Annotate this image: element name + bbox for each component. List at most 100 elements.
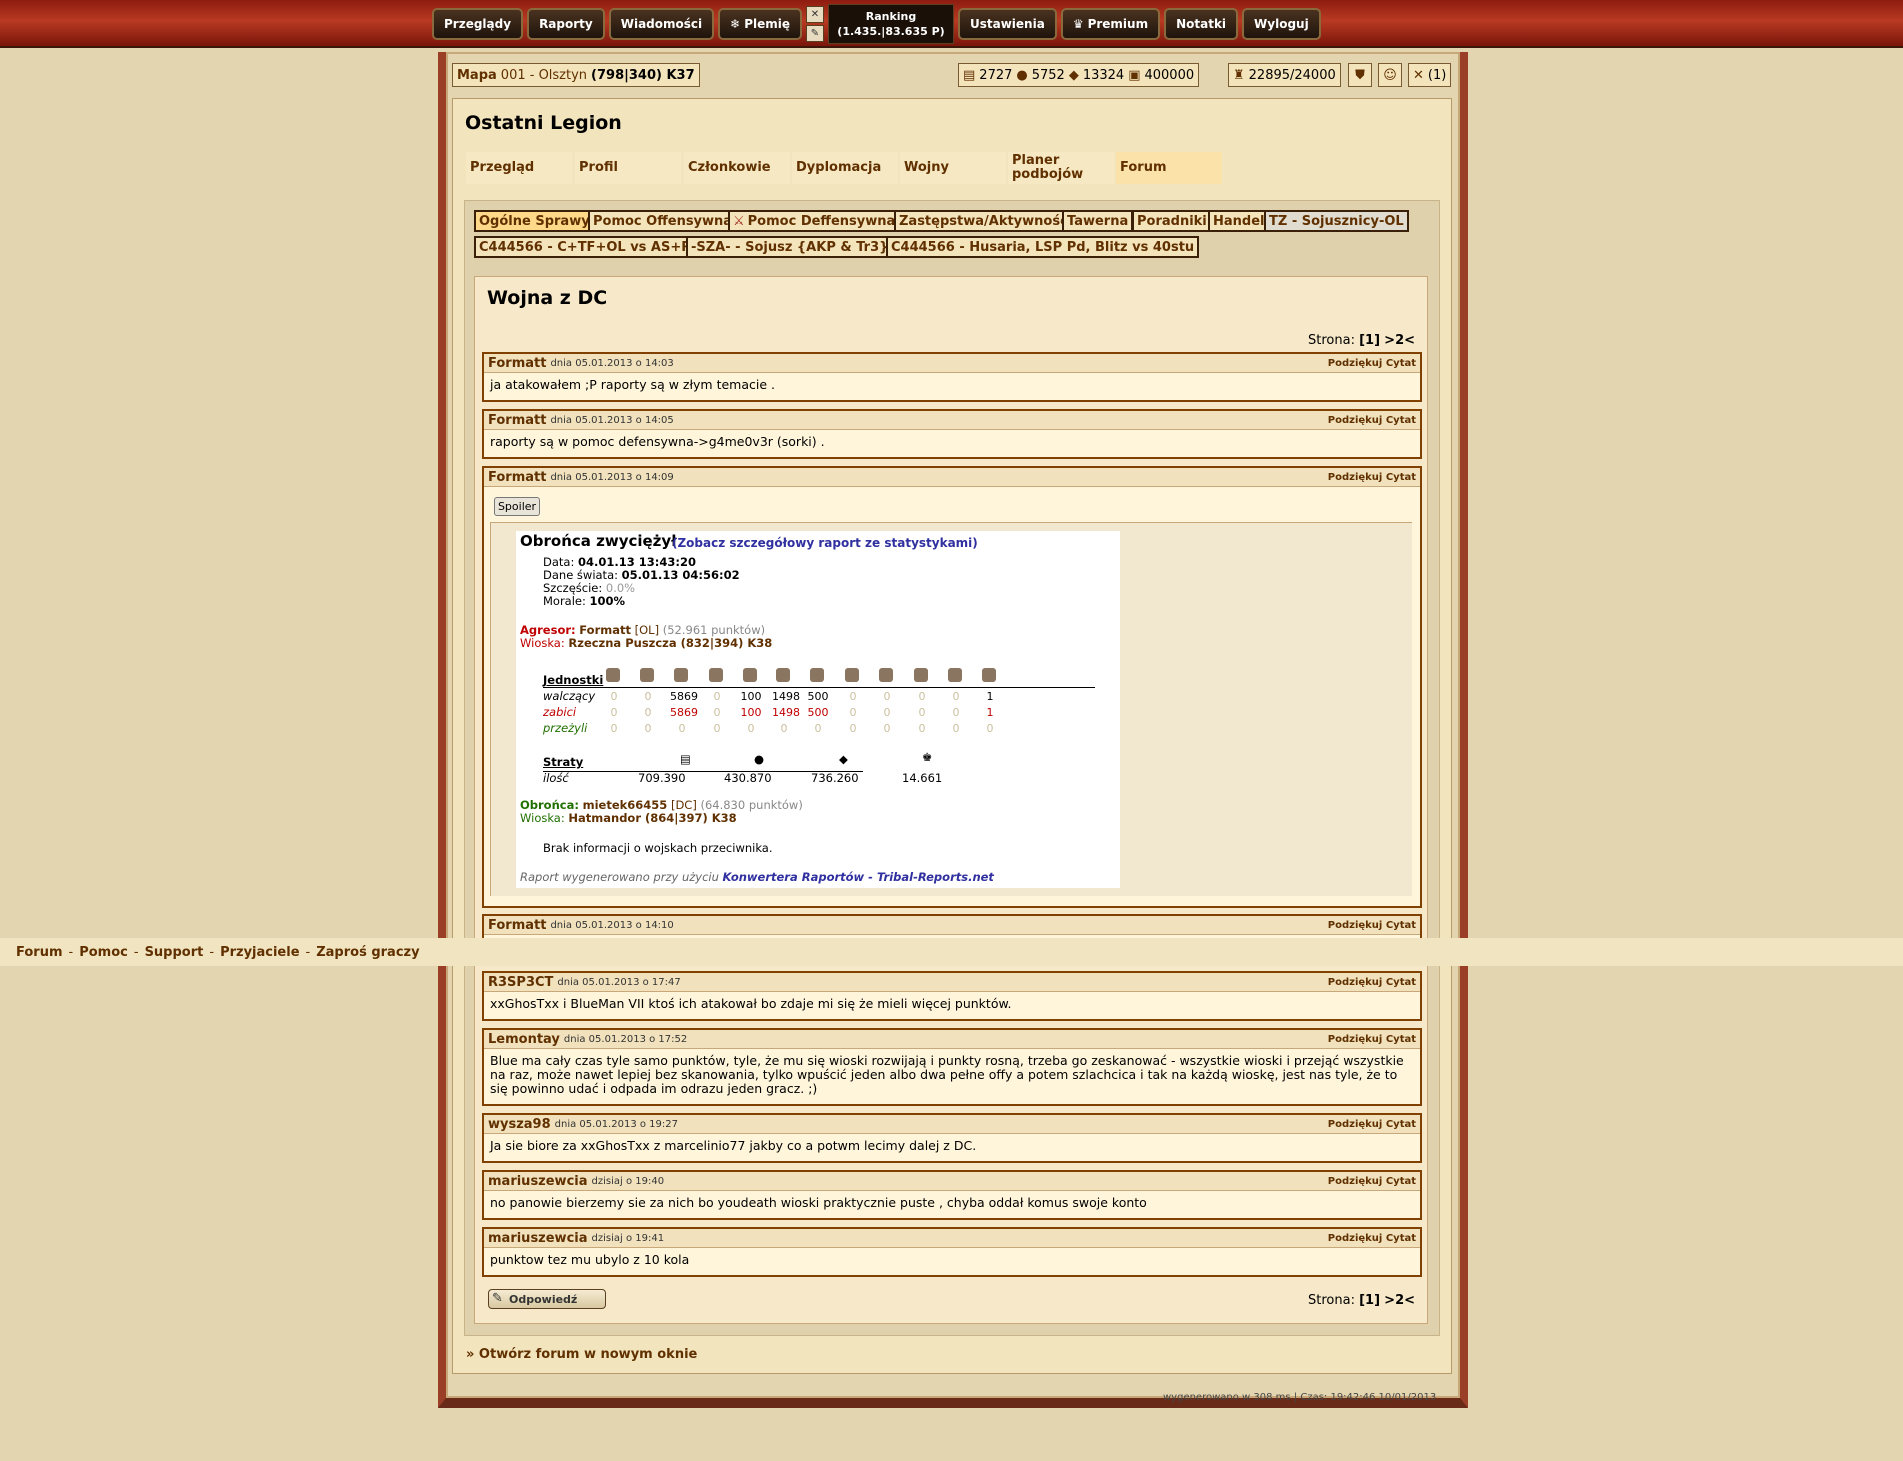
paladin-icon[interactable]: ☺ [1378, 63, 1402, 87]
main-menu: Przeglądy Raporty Wiadomości ❄ Plemię ✕ ✎… [432, 4, 1321, 44]
unit-count: 0 [814, 722, 822, 735]
post-body: ja atakowałem ;P raporty są w złym temac… [490, 377, 775, 392]
spoiler-button[interactable]: Spoiler [494, 497, 540, 516]
post-author[interactable]: Lemontay [488, 1032, 560, 1047]
losses-amount-label: ilość [543, 771, 569, 785]
tab-forum[interactable]: Forum [1116, 152, 1222, 184]
unit-count: 0 [644, 690, 652, 703]
defender-village-link[interactable]: Hatmandor (864|397) K38 [568, 811, 736, 825]
subforum-general[interactable]: Ogólne Sprawy [474, 210, 595, 232]
report-details-link[interactable]: (Zobacz szczegółowy raport ze statystyka… [672, 537, 978, 550]
footer-forum-link[interactable]: Forum [16, 945, 63, 960]
iron-icon: ◆ [1068, 67, 1079, 83]
subforum-war-2[interactable]: C444566 - Husaria, LSP Pd, Blitz vs 40st… [886, 236, 1200, 258]
open-forum-new-window-link[interactable]: » Otwórz forum w nowym oknie [466, 1347, 697, 1362]
subforum-defensive[interactable]: ⚔ Pomoc Deffensywna [728, 210, 901, 232]
nav-logout-button[interactable]: Wyloguj [1242, 8, 1321, 40]
page-2-link[interactable]: >2< [1384, 1293, 1415, 1308]
crossed-swords-icon[interactable]: ✕ [806, 6, 824, 23]
attacker-link[interactable]: Formatt [579, 623, 631, 637]
post-actions[interactable]: Podziękuj Cytat [1328, 1233, 1416, 1244]
unit-count: 0 [918, 722, 926, 735]
unit-count: 0 [644, 706, 652, 719]
post-actions[interactable]: Podziękuj Cytat [1328, 920, 1416, 931]
reply-button[interactable]: ✎ Odpowiedź [488, 1289, 606, 1309]
forum-post: mariuszewcia dzisiaj o 19:40 Podziękuj Cyt… [482, 1170, 1422, 1220]
nav-overviews-button[interactable]: Przeglądy [432, 8, 524, 40]
pager-bottom: Strona: [1] >2< [1308, 1293, 1416, 1308]
nav-premium-button[interactable]: ♛ Premium [1060, 8, 1161, 40]
tab-wars[interactable]: Wojny [900, 152, 1006, 184]
shield-icon[interactable]: ⛊ [1348, 63, 1372, 87]
unit-count: 0 [713, 706, 721, 719]
post-author[interactable]: R3SP3CT [488, 975, 553, 990]
sword-icon: ⚔ [733, 213, 745, 229]
post-actions[interactable]: Podziękuj Cytat [1328, 472, 1416, 483]
wood-icon: ▤ [963, 67, 976, 83]
tab-members[interactable]: Członkowie [684, 152, 790, 184]
subforum-guides[interactable]: Poradniki [1132, 210, 1212, 232]
post-author[interactable]: Formatt [488, 356, 546, 371]
loss-value: 14.661 [902, 771, 943, 785]
subforum-trade[interactable]: Handel [1208, 210, 1270, 232]
attacker-village-link[interactable]: Rzeczna Puszcza (832|394) K38 [568, 636, 772, 650]
nav-reports-button[interactable]: Raporty [527, 8, 605, 40]
post-actions[interactable]: Podziękuj Cytat [1328, 358, 1416, 369]
subforum-substitutes[interactable]: Zastępstwa/Aktywność [894, 210, 1073, 232]
post-author[interactable]: Formatt [488, 470, 546, 485]
footer-invite-link[interactable]: Zaproś graczy [316, 945, 419, 960]
incoming-attacks[interactable]: ✕ (1) [1408, 63, 1452, 87]
subforum-offensive[interactable]: Pomoc Offensywna [588, 210, 738, 232]
report-title: Obrońca zwyciężył [520, 532, 677, 550]
page-1-link[interactable]: [1] [1359, 1293, 1380, 1308]
unit-count: 1 [986, 706, 994, 719]
noble-icon: ♚ [922, 750, 933, 764]
post-body: no panowie bierzemy sie za nich bo youde… [490, 1195, 1147, 1210]
post-actions[interactable]: Podziękuj Cytat [1328, 1119, 1416, 1130]
unit-icon [810, 668, 824, 682]
scroll-icon: ✎ [492, 1291, 503, 1306]
subforum-tavern[interactable]: Tawerna [1062, 210, 1134, 232]
subforum-war-1[interactable]: C444566 - C+TF+OL vs AS+R [474, 236, 697, 258]
post-author[interactable]: Formatt [488, 918, 546, 933]
page-1-link[interactable]: [1] [1359, 333, 1380, 348]
storage-icon: ▣ [1128, 67, 1141, 83]
ranking-box[interactable]: Ranking (1.435.|83.635 P) [828, 4, 954, 44]
tab-conquest-planner[interactable]: Planer podbojów [1008, 152, 1114, 184]
unit-count: 100 [740, 690, 762, 703]
tab-overview[interactable]: Przegląd [466, 152, 572, 184]
nav-settings-button[interactable]: Ustawienia [958, 8, 1057, 40]
post-actions[interactable]: Podziękuj Cytat [1328, 1176, 1416, 1187]
no-info-text: Brak informacji o wojskach przeciwnika. [543, 841, 773, 855]
nav-notes-button[interactable]: Notatki [1164, 8, 1239, 40]
defender-link[interactable]: mietek66455 [583, 798, 668, 812]
post-actions[interactable]: Podziękuj Cytat [1328, 1034, 1416, 1045]
post-author[interactable]: Formatt [488, 413, 546, 428]
nav-messages-button[interactable]: Wiadomości [608, 8, 715, 40]
unit-icon [709, 668, 723, 682]
post-body: Ja sie biore za xxGhosTxx z marcelinio77… [490, 1138, 977, 1153]
unit-count: 1 [986, 690, 994, 703]
tribal-reports-link[interactable]: Konwertera Raportów - Tribal-Reports.net [723, 870, 994, 884]
post-actions[interactable]: Podziękuj Cytat [1328, 977, 1416, 988]
subforum-allies[interactable]: TZ - Sojusznicy-OL [1264, 210, 1409, 232]
farm-icon: ♜ [1233, 67, 1245, 83]
unit-count: 5869 [670, 706, 698, 719]
premium-icon: ♛ [1072, 17, 1084, 31]
page-2-link[interactable]: >2< [1384, 333, 1415, 348]
footer-support-link[interactable]: Support [145, 945, 204, 960]
unit-count: 0 [883, 722, 891, 735]
nav-tribe-button[interactable]: ❄ Plemię [718, 8, 802, 40]
scroll-icon[interactable]: ✎ [806, 25, 824, 42]
post-author[interactable]: mariuszewcia [488, 1231, 588, 1246]
unit-count: 0 [883, 706, 891, 719]
village-info[interactable]: Mapa 001 - Olsztyn (798|340) K37 [452, 63, 700, 87]
tab-profile[interactable]: Profil [575, 152, 681, 184]
footer-help-link[interactable]: Pomoc [79, 945, 128, 960]
footer-friends-link[interactable]: Przyjaciele [220, 945, 299, 960]
subforum-alliance[interactable]: -SZA- - Sojusz {AKP & Tr3} [686, 236, 894, 258]
post-actions[interactable]: Podziękuj Cytat [1328, 415, 1416, 426]
post-author[interactable]: wysza98 [488, 1117, 551, 1132]
post-author[interactable]: mariuszewcia [488, 1174, 588, 1189]
tab-diplomacy[interactable]: Dyplomacja [792, 152, 898, 184]
